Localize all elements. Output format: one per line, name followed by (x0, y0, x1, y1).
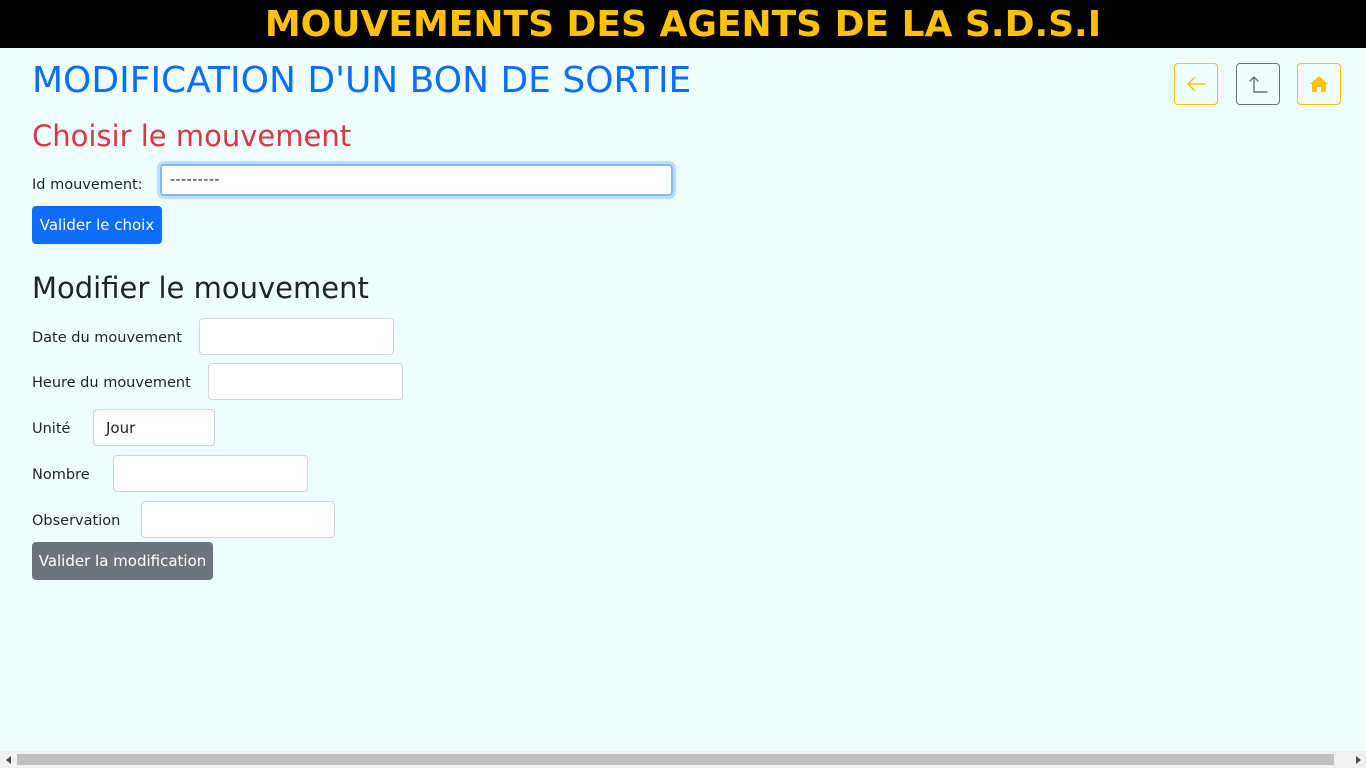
unit-input[interactable]: Jour (93, 409, 215, 446)
arrow-up-turn-icon (1249, 76, 1268, 93)
horizontal-scrollbar[interactable] (0, 751, 1366, 768)
unit-label: Unité (32, 421, 71, 437)
scroll-left-arrow[interactable] (0, 751, 17, 768)
banner-title: MOUVEMENTS DES AGENTS DE LA S.D.S.I (264, 4, 1102, 45)
page-title: MODIFICATION D'UN BON DE SORTIE (32, 60, 692, 101)
top-banner: MOUVEMENTS DES AGENTS DE LA S.D.S.I (0, 0, 1366, 48)
validate-modification-button[interactable]: Valider la modification (32, 542, 213, 580)
back-button[interactable] (1174, 63, 1218, 105)
home-button[interactable] (1297, 63, 1341, 105)
date-label: Date du mouvement (32, 330, 182, 346)
id-movement-label: Id mouvement: (32, 177, 143, 193)
triangle-right-icon (1355, 755, 1361, 764)
triangle-left-icon (5, 755, 11, 764)
edit-section-title: Modifier le mouvement (32, 271, 369, 305)
up-button[interactable] (1236, 63, 1280, 105)
count-input[interactable] (113, 455, 308, 492)
time-label: Heure du mouvement (32, 375, 191, 391)
observation-input[interactable] (141, 501, 335, 538)
date-input[interactable] (199, 318, 394, 355)
count-label: Nombre (32, 467, 90, 483)
id-movement-value: --------- (170, 172, 220, 188)
scrollbar-thumb[interactable] (17, 754, 1334, 765)
validate-choice-button[interactable]: Valider le choix (32, 206, 162, 244)
arrow-left-icon (1187, 77, 1206, 91)
id-movement-select[interactable]: --------- (160, 164, 673, 196)
choose-section-title: Choisir le mouvement (32, 119, 352, 153)
scroll-right-arrow[interactable] (1349, 751, 1366, 768)
home-icon (1310, 76, 1328, 92)
unit-value: Jour (106, 418, 136, 437)
observation-label: Observation (32, 513, 121, 529)
time-input[interactable] (208, 363, 403, 400)
